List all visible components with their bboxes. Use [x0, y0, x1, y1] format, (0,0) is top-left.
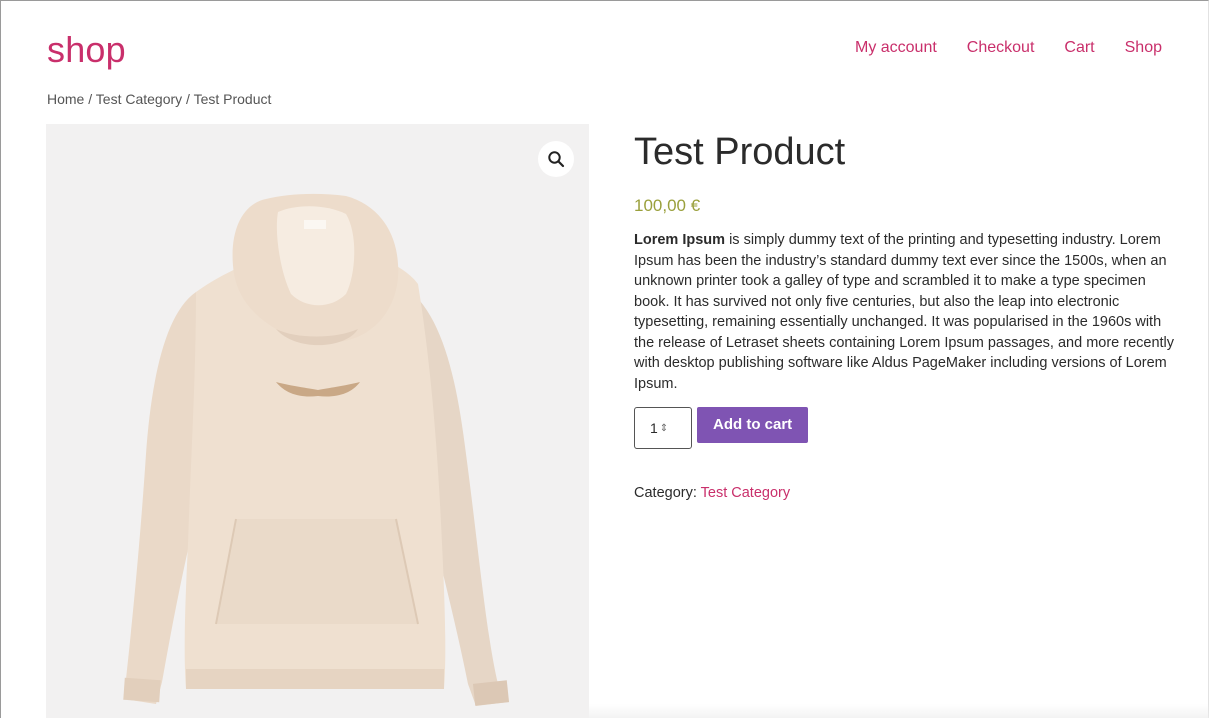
- product-gallery[interactable]: [46, 124, 589, 718]
- product-meta: Category: Test Category: [634, 483, 1182, 503]
- nav-item-cart[interactable]: Cart: [1064, 38, 1094, 58]
- stepper-arrows-icon[interactable]: ⇕: [660, 423, 668, 434]
- category-label: Category:: [634, 485, 701, 501]
- breadcrumb-current: Test Product: [193, 91, 272, 107]
- description-bold: Lorem Ipsum: [634, 232, 726, 248]
- breadcrumb: Home / Test Category / Test Product: [47, 90, 271, 108]
- description-text: is simply dummy text of the printing and…: [634, 232, 1175, 392]
- nav-item-shop[interactable]: Shop: [1125, 38, 1162, 58]
- search-icon: [548, 151, 565, 168]
- breadcrumb-separator: /: [182, 91, 194, 107]
- zoom-button[interactable]: [538, 141, 574, 177]
- quantity-value: 1: [650, 420, 658, 436]
- breadcrumb-category[interactable]: Test Category: [96, 91, 182, 107]
- nav-item-my-account[interactable]: My account: [855, 38, 937, 58]
- breadcrumb-home[interactable]: Home: [47, 91, 84, 107]
- breadcrumb-separator: /: [84, 91, 96, 107]
- product-price: 100,00 €: [634, 196, 701, 215]
- add-to-cart-button[interactable]: Add to cart: [697, 407, 809, 443]
- add-to-cart-form: 1 ⇕ Add to cart: [634, 407, 1182, 449]
- product-description: Lorem Ipsum is simply dummy text of the …: [634, 230, 1182, 394]
- product-summary: Test Product 100,00 € Lorem Ipsum is sim…: [634, 124, 1182, 503]
- category-link[interactable]: Test Category: [701, 485, 790, 501]
- bottom-shadow: [589, 704, 1209, 718]
- product-image[interactable]: [46, 124, 589, 718]
- main-nav: My account Checkout Cart Shop: [855, 38, 1162, 58]
- product-title: Test Product: [634, 131, 846, 173]
- quantity-stepper[interactable]: 1 ⇕: [634, 407, 692, 449]
- site-title[interactable]: shop: [47, 30, 126, 70]
- nav-item-checkout[interactable]: Checkout: [967, 38, 1035, 58]
